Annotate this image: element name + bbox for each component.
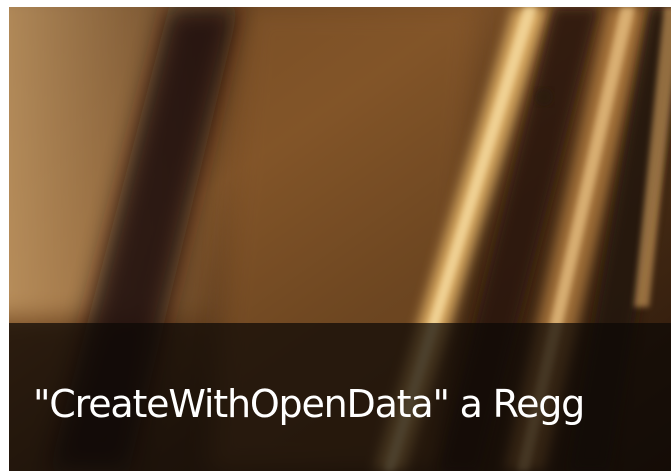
news-card[interactable]: "CreateWithOpenData" a Regg xyxy=(9,7,671,471)
news-title[interactable]: "CreateWithOpenData" a Regg xyxy=(33,385,585,423)
